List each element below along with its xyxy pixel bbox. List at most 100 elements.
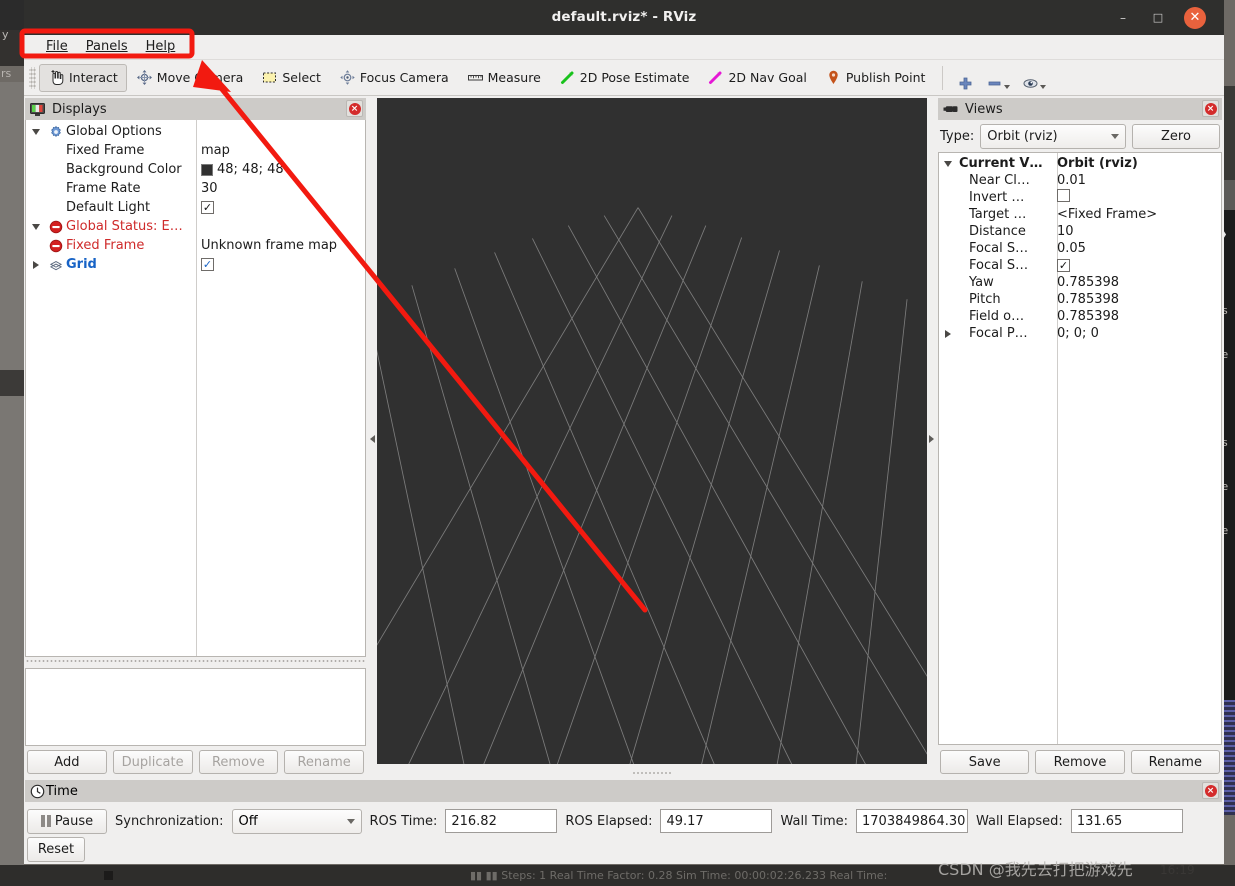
eye-icon xyxy=(1022,75,1039,92)
chevron-right-icon xyxy=(929,435,934,443)
default-light-checkbox[interactable]: ✓ xyxy=(201,201,214,214)
right-splitter-handle[interactable] xyxy=(927,432,936,446)
chevron-down-icon[interactable] xyxy=(1040,84,1047,89)
display-row-global-status[interactable]: Global Status: E… xyxy=(26,217,365,236)
view-property-value[interactable]: 0.785398 xyxy=(1057,275,1221,290)
main-body: Displays × Global Options Fixed Frame ma… xyxy=(24,96,1224,780)
view-row-yaw[interactable]: Yaw 0.785398 xyxy=(939,274,1221,291)
tool-2d-pose-estimate[interactable]: 2D Pose Estimate xyxy=(550,64,699,92)
display-row-default-light[interactable]: Default Light ✓ xyxy=(26,198,365,217)
viewport-bottom-grip[interactable] xyxy=(368,768,936,778)
synchronization-select[interactable]: Off xyxy=(231,808,362,834)
view-type-select[interactable]: Orbit (rviz) xyxy=(980,123,1126,149)
views-type-row: Type: Orbit (rviz) Zero xyxy=(938,120,1222,152)
display-value-group[interactable]: 48; 48; 48 xyxy=(201,160,284,179)
add-button[interactable]: Add xyxy=(27,750,107,774)
zoom-in-button[interactable] xyxy=(951,64,980,92)
views-tree[interactable]: Current V… Orbit (rviz) Near Cl… 0.01 In… xyxy=(938,152,1222,745)
display-row-background-color[interactable]: Background Color 48; 48; 48 xyxy=(26,160,365,179)
view-property-value[interactable]: 0; 0; 0 xyxy=(1057,326,1221,341)
expand-toggle[interactable] xyxy=(939,160,957,167)
view-row-distance[interactable]: Distance 10 xyxy=(939,223,1221,240)
view-property-value[interactable]: <Fixed Frame> xyxy=(1057,207,1221,222)
invert-z-checkbox[interactable] xyxy=(1057,189,1070,202)
display-monitor-icon xyxy=(29,101,46,118)
focal-shape-fixed-checkbox[interactable]: ✓ xyxy=(1057,259,1070,272)
rename-display-button[interactable]: Rename xyxy=(284,750,364,774)
display-row-grid[interactable]: Grid ✓ xyxy=(26,255,365,274)
3d-viewport[interactable] xyxy=(377,98,927,764)
display-row-status-fixed-frame[interactable]: Fixed Frame Unknown frame map xyxy=(26,236,365,255)
close-panel-icon[interactable]: × xyxy=(1202,100,1219,117)
close-icon[interactable]: ✕ xyxy=(1184,7,1206,29)
camera-icon xyxy=(942,101,959,118)
tool-publish-point-label: Publish Point xyxy=(845,70,926,85)
chevron-down-icon[interactable] xyxy=(1004,84,1011,89)
view-property-value[interactable]: 0.785398 xyxy=(1057,309,1221,324)
wall-time-field[interactable]: 1703849864.30 xyxy=(856,809,969,833)
close-panel-icon[interactable]: × xyxy=(346,100,363,117)
view-row-invert-z[interactable]: Invert … xyxy=(939,189,1221,206)
view-row-near-clip[interactable]: Near Cl… 0.01 xyxy=(939,172,1221,189)
minimize-icon[interactable]: – xyxy=(1115,10,1131,26)
remove-display-button[interactable]: Remove xyxy=(198,750,279,774)
expand-toggle[interactable] xyxy=(26,260,46,269)
view-property-value[interactable]: 10 xyxy=(1057,224,1221,239)
tool-measure[interactable]: Measure xyxy=(458,64,550,92)
view-row-pitch[interactable]: Pitch 0.785398 xyxy=(939,291,1221,308)
toolbar-grip[interactable] xyxy=(29,66,36,89)
reset-button[interactable]: Reset xyxy=(27,836,85,862)
view-property-value[interactable]: 0.01 xyxy=(1057,173,1221,188)
expand-toggle[interactable] xyxy=(26,223,46,230)
menu-help[interactable]: Help xyxy=(137,36,185,58)
display-value[interactable]: 30 xyxy=(201,179,218,198)
display-value[interactable]: map xyxy=(201,141,230,160)
display-row-global-options[interactable]: Global Options xyxy=(26,122,365,141)
maximize-icon[interactable]: □ xyxy=(1150,10,1166,26)
view-row-current-view[interactable]: Current V… Orbit (rviz) xyxy=(939,155,1221,172)
duplicate-button[interactable]: Duplicate xyxy=(112,750,193,774)
close-panel-icon[interactable]: × xyxy=(1202,782,1219,799)
color-swatch[interactable] xyxy=(201,163,213,176)
view-row-target-frame[interactable]: Target … <Fixed Frame> xyxy=(939,206,1221,223)
zero-button[interactable]: Zero xyxy=(1132,123,1220,149)
tool-interact[interactable]: Interact xyxy=(39,63,127,92)
rename-view-button[interactable]: Rename xyxy=(1130,750,1220,774)
tool-publish-point[interactable]: Publish Point xyxy=(816,64,935,92)
view-row-field-of-view[interactable]: Field o… 0.785398 xyxy=(939,308,1221,325)
wall-elapsed-field[interactable]: 131.65 xyxy=(1070,809,1183,833)
menu-panels[interactable]: Panels xyxy=(77,36,137,58)
time-row-primary: Pause Synchronization: Off ROS Time: 216… xyxy=(27,807,1220,835)
ros-elapsed-field[interactable]: 49.17 xyxy=(660,809,773,833)
pause-button[interactable]: Pause xyxy=(27,808,107,834)
tool-move-camera-label: Move Camera xyxy=(156,70,244,85)
displays-splitter[interactable] xyxy=(25,657,366,664)
desktop-left-label: y xyxy=(2,28,9,41)
display-row-fixed-frame[interactable]: Fixed Frame map xyxy=(26,141,365,160)
ros-time-field[interactable]: 216.82 xyxy=(445,809,558,833)
left-splitter-handle[interactable] xyxy=(368,432,377,446)
tool-move-camera[interactable]: Move Camera xyxy=(127,64,253,92)
save-view-button[interactable]: Save xyxy=(940,750,1030,774)
tool-select[interactable]: Select xyxy=(252,64,330,92)
wall-elapsed-label: Wall Elapsed: xyxy=(976,813,1063,829)
expand-toggle[interactable] xyxy=(26,128,46,135)
zoom-out-button[interactable] xyxy=(980,64,1016,92)
displays-tree[interactable]: Global Options Fixed Frame map Backgroun… xyxy=(25,120,366,657)
view-row-focal-shape-fixed[interactable]: Focal S… ✓ xyxy=(939,257,1221,274)
grid-enabled-checkbox[interactable]: ✓ xyxy=(201,258,214,271)
view-row-focal-point[interactable]: Focal P… 0; 0; 0 xyxy=(939,325,1221,342)
tool-focus-camera[interactable]: Focus Camera xyxy=(330,64,458,92)
view-property-value[interactable]: 0.05 xyxy=(1057,241,1221,256)
expand-toggle[interactable] xyxy=(939,329,957,338)
hand-cursor-icon xyxy=(48,69,65,86)
tool-2d-nav-goal[interactable]: 2D Nav Goal xyxy=(698,64,815,92)
view-row-focal-shape-size[interactable]: Focal S… 0.05 xyxy=(939,240,1221,257)
menu-file[interactable]: File xyxy=(37,36,77,58)
remove-view-button[interactable]: Remove xyxy=(1035,750,1125,774)
display-row-frame-rate[interactable]: Frame Rate 30 xyxy=(26,179,365,198)
view-toggle-button[interactable] xyxy=(1016,64,1052,92)
view-property-value[interactable]: 0.785398 xyxy=(1057,292,1221,307)
close-panel-glyph: × xyxy=(1204,784,1217,797)
wall-time-label: Wall Time: xyxy=(780,813,849,829)
